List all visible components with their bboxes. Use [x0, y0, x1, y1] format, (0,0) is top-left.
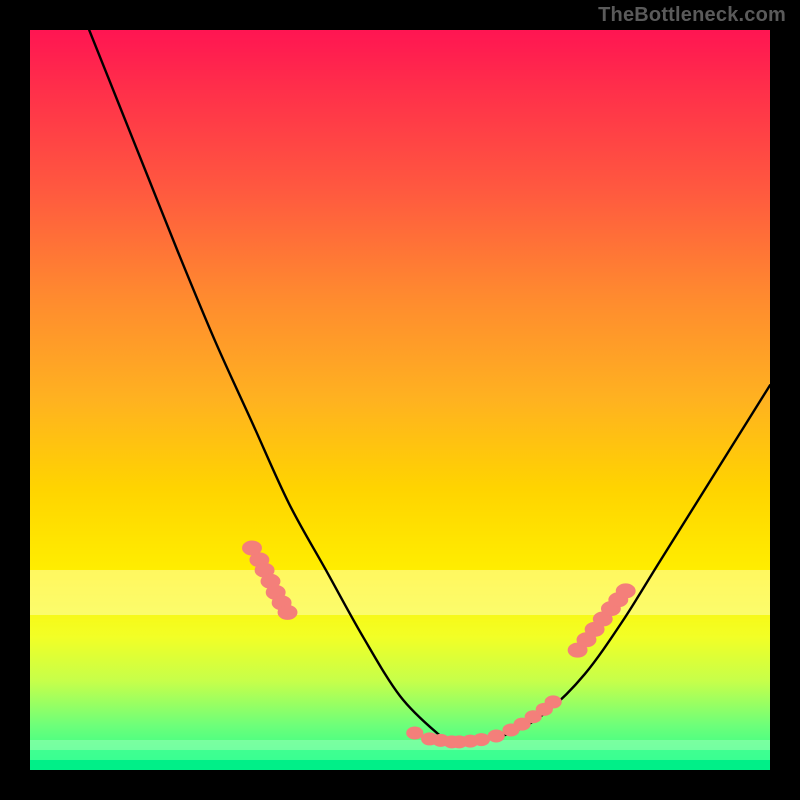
data-marker — [473, 734, 489, 746]
chart-frame: TheBottleneck.com — [0, 0, 800, 800]
data-marker — [407, 727, 423, 739]
data-marker — [278, 605, 297, 619]
curve-layer — [30, 30, 770, 770]
plot-area — [30, 30, 770, 770]
data-marker — [488, 730, 504, 742]
data-markers — [243, 541, 636, 748]
data-marker — [616, 584, 635, 598]
bottleneck-curve — [89, 30, 770, 741]
attribution-text: TheBottleneck.com — [598, 4, 786, 27]
data-marker — [545, 696, 561, 708]
